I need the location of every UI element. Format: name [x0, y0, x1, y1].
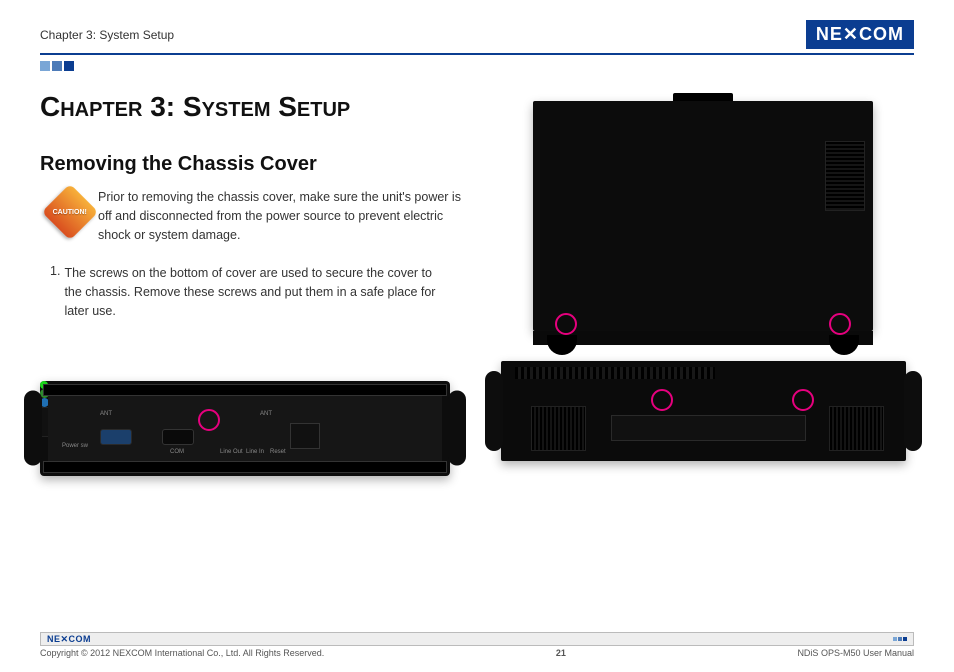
- page-number: 21: [556, 648, 566, 658]
- caution-block: CAUTION! Prior to removing the chassis c…: [50, 188, 462, 244]
- lineout-label: Line Out: [220, 449, 243, 455]
- ant2-label: ANT: [260, 411, 272, 417]
- edge-connector-icon: [611, 415, 806, 441]
- screw-marker-icon: [829, 313, 851, 335]
- fan-vent-icon: [825, 141, 865, 211]
- grill-icon: [829, 406, 884, 451]
- screw-marker-icon: [555, 313, 577, 335]
- footer-logo: NE✕COM: [47, 634, 91, 645]
- com-label: COM: [170, 449, 184, 455]
- linein-label: Line In: [246, 449, 264, 455]
- vga-port-icon: [100, 429, 132, 445]
- copyright-text: Copyright © 2012 NEXCOM International Co…: [40, 648, 324, 658]
- caution-label: CAUTION!: [53, 209, 87, 216]
- lan-port-icon: [290, 423, 320, 449]
- ant1-label: ANT: [100, 411, 112, 417]
- main-content: Chapter 3: System Setup Removing the Cha…: [40, 91, 914, 476]
- footer-bar: NE✕COM: [40, 632, 914, 646]
- breadcrumb: Chapter 3: System Setup: [40, 28, 174, 42]
- device-back-view: [501, 361, 906, 461]
- doc-title: NDiS OPS-M50 User Manual: [797, 648, 914, 658]
- caution-text: Prior to removing the chassis cover, mak…: [98, 188, 462, 244]
- screw-marker-icon: [792, 389, 814, 411]
- decorative-squares: [40, 61, 914, 71]
- screw-marker-icon: [198, 409, 220, 431]
- power-label: Power sw: [62, 443, 88, 449]
- section-heading: Removing the Chassis Cover: [40, 153, 462, 176]
- chapter-title: Chapter 3: System Setup: [40, 91, 462, 123]
- left-column: Chapter 3: System Setup Removing the Cha…: [40, 91, 462, 476]
- step-number: 1.: [50, 264, 60, 320]
- step-1: 1. The screws on the bottom of cover are…: [50, 264, 462, 320]
- right-column: [492, 91, 914, 476]
- reset-label: Reset: [270, 449, 286, 455]
- brand-logo: NE✕COM: [806, 20, 914, 49]
- page-footer: NE✕COM Copyright © 2012 NEXCOM Internati…: [40, 632, 914, 658]
- top-vent-icon: [515, 367, 715, 379]
- page-header: Chapter 3: System Setup NE✕COM: [40, 20, 914, 55]
- device-front-view: Power sw ANT COM ANT Line Out Line In Re…: [40, 381, 450, 476]
- com-port-icon: [162, 429, 194, 445]
- device-top-view: [533, 101, 873, 331]
- grill-icon: [531, 406, 586, 451]
- step-text: The screws on the bottom of cover are us…: [64, 264, 442, 320]
- screw-marker-icon: [651, 389, 673, 411]
- caution-icon: CAUTION!: [42, 184, 99, 241]
